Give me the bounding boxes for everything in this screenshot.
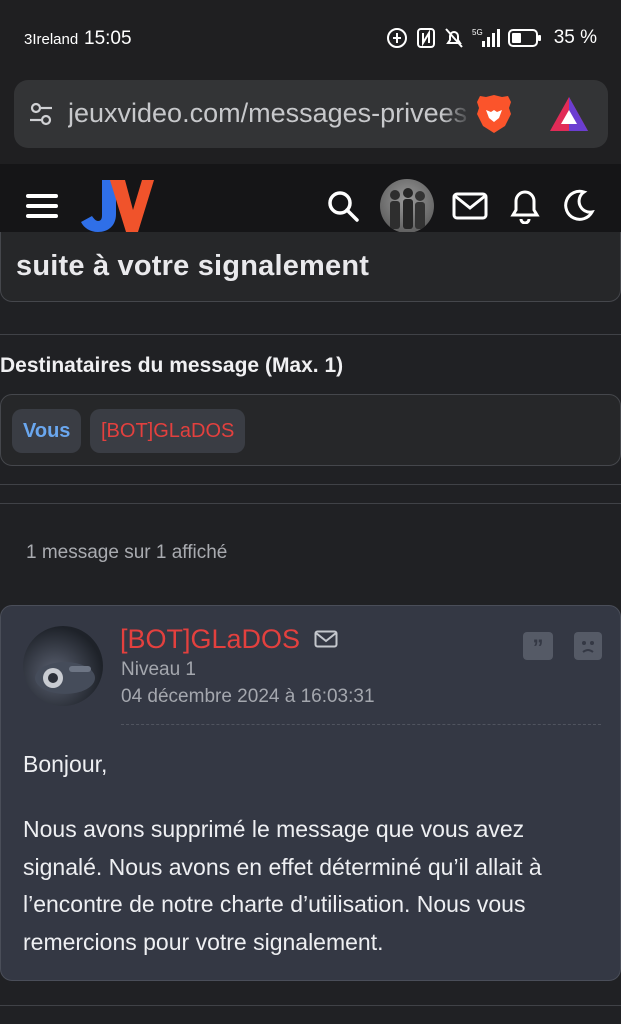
recipient-chip-glados[interactable]: [BOT]GLaDOS	[90, 409, 246, 453]
author-avatar[interactable]	[23, 626, 103, 706]
status-bar: 3Ireland 15:05 5G 35 %	[0, 0, 621, 78]
message-separator	[121, 724, 601, 725]
battery-icon	[507, 29, 541, 47]
author-level: Niveau 1	[121, 659, 196, 680]
topic-subject: suite à votre signalement	[16, 250, 370, 282]
message-greeting: Bonjour,	[23, 751, 108, 777]
tune-icon[interactable]	[28, 101, 54, 127]
report-icon[interactable]	[574, 632, 602, 660]
message-author[interactable]: [BOT]GLaDOS	[120, 624, 300, 655]
url-text[interactable]: jeuxvideo.com/messages-privees	[68, 98, 472, 129]
battery-percent: 35 %	[553, 27, 597, 48]
clock: 15:05	[84, 28, 132, 49]
recipient-chip-you[interactable]: Vous	[12, 409, 82, 453]
browser-toolbar: jeuxvideo.com/messages-privees	[0, 78, 621, 164]
divider	[0, 1005, 621, 1006]
message-date: 04 décembre 2024 à 16:03:31	[121, 686, 375, 707]
search-icon[interactable]	[326, 189, 360, 223]
jv-logo[interactable]	[80, 178, 154, 234]
divider	[0, 334, 621, 335]
message-card: [BOT]GLaDOS Niveau 1 04 décembre 2024 à …	[0, 605, 621, 981]
address-bar[interactable]: jeuxvideo.com/messages-privees	[14, 80, 608, 148]
brave-rewards-icon[interactable]	[548, 94, 590, 134]
mute-icon	[444, 28, 463, 48]
divider	[0, 484, 621, 485]
user-avatar[interactable]	[380, 179, 434, 233]
recipients-box: Vous [BOT]GLaDOS	[0, 394, 621, 466]
message-count: 1 message sur 1 affiché	[26, 542, 228, 563]
data-saver-icon	[386, 28, 407, 48]
divider	[0, 503, 621, 504]
brave-lion-icon[interactable]	[472, 92, 516, 136]
carrier-name: 3Ireland	[24, 31, 79, 48]
dark-mode-icon[interactable]	[562, 188, 596, 222]
message-body: Nous avons supprimé le message que vous …	[23, 816, 542, 955]
recipients-title: Destinataires du message (Max. 1)	[0, 354, 344, 377]
mail-icon[interactable]	[452, 191, 488, 221]
quote-icon[interactable]: ”	[523, 632, 553, 660]
bell-icon[interactable]	[510, 188, 540, 224]
svg-text:5G: 5G	[472, 28, 483, 37]
nfc-icon	[416, 28, 435, 48]
mail-icon[interactable]	[314, 630, 338, 648]
menu-icon[interactable]	[26, 194, 58, 218]
signal-5g-icon: 5G	[472, 28, 500, 47]
status-icons: 5G 35 %	[386, 27, 597, 49]
